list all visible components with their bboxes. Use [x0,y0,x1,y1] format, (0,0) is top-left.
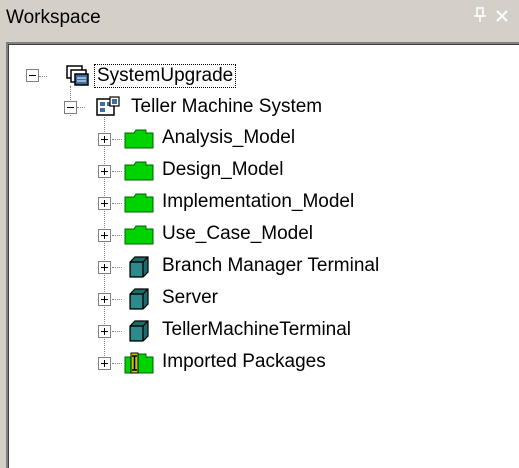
expand-icon[interactable] [98,261,111,274]
workspace-tree[interactable]: SystemUpgrade Teller Machine System Anal… [6,42,519,468]
expand-icon[interactable] [98,165,111,178]
tree-node-label: Imported Packages [162,351,326,372]
collapse-icon[interactable] [26,69,39,82]
tree-node-imported-packages[interactable]: Imported Packages [24,348,424,378]
panel-title: Workspace [6,7,101,28]
tree-node-label: Design_Model [162,159,284,180]
folder-icon [124,225,154,250]
tree-node-analysis-model[interactable]: Analysis_Model [24,124,424,154]
workspace-panel: Workspace SystemUpgrade Teller Machine S… [0,0,519,468]
imported-package-icon [124,351,154,380]
tree-node-system[interactable]: Teller Machine System [24,93,424,123]
panel-titlebar[interactable]: Workspace [0,0,519,36]
tree-node-design-model[interactable]: Design_Model [24,156,424,186]
tree-node-root[interactable]: SystemUpgrade [24,62,324,92]
system-icon [96,96,120,123]
node-cube-icon [128,287,150,316]
tree-node-label: Use_Case_Model [162,223,314,244]
tree-node-label: TellerMachineTerminal [162,319,352,340]
expand-icon[interactable] [98,293,111,306]
tree-node-label: Branch Manager Terminal [162,255,380,276]
expand-icon[interactable] [98,325,111,338]
pin-icon[interactable] [470,6,490,28]
expand-icon[interactable] [98,133,111,146]
tree-node-implementation-model[interactable]: Implementation_Model [24,188,424,218]
tree-node-label: Implementation_Model [162,191,355,212]
tree-node-branch-manager-terminal[interactable]: Branch Manager Terminal [24,252,494,282]
expand-icon[interactable] [98,357,111,370]
folder-icon [124,161,154,186]
node-cube-icon [128,255,150,284]
folder-icon [124,193,154,218]
tree-node-label: SystemUpgrade [93,64,237,88]
expand-icon[interactable] [98,197,111,210]
tree-node-label: Server [162,287,218,308]
tree-node-use-case-model[interactable]: Use_Case_Model [24,220,424,250]
folder-icon [124,129,154,154]
tree-node-server[interactable]: Server [24,284,424,314]
tree-node-label: Teller Machine System [131,96,323,117]
node-cube-icon [128,319,150,348]
tree-node-teller-machine-terminal[interactable]: TellerMachineTerminal [24,316,424,346]
project-icon [66,65,90,92]
close-icon[interactable] [492,6,512,28]
expand-icon[interactable] [98,229,111,242]
tree-node-label: Analysis_Model [162,127,296,148]
collapse-icon[interactable] [64,101,77,114]
